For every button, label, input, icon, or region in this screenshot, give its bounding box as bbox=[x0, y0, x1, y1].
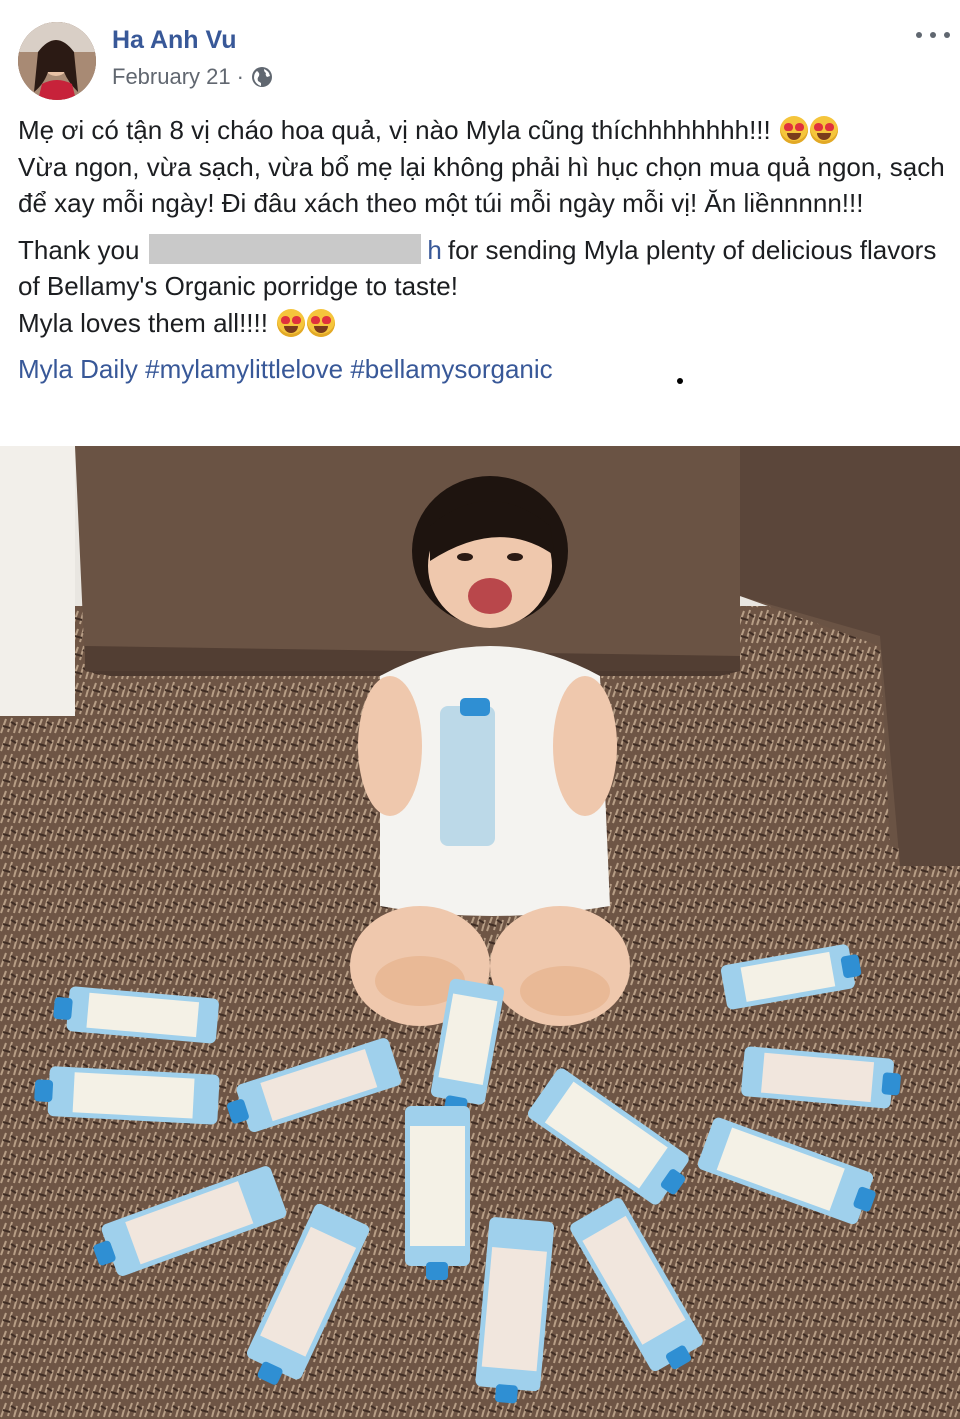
hashtags: Myla Daily #mylamylittlelove #bellamysor… bbox=[18, 351, 948, 388]
post-photo[interactable] bbox=[0, 446, 960, 1419]
stray-dot bbox=[677, 378, 683, 384]
tag-link[interactable]: #bellamysorganic bbox=[350, 354, 552, 384]
post-text: Mẹ ơi có tận 8 vị cháo hoa quả, vị nào M… bbox=[18, 112, 948, 388]
text-line: Myla loves them all!!!! bbox=[18, 307, 268, 338]
globe-icon[interactable] bbox=[250, 65, 274, 89]
more-options-icon[interactable] bbox=[916, 22, 950, 48]
heart-eyes-emoji-icon bbox=[809, 116, 838, 144]
mention-tail[interactable]: h bbox=[427, 235, 441, 265]
heart-eyes-emoji-icon bbox=[277, 308, 306, 337]
heart-eyes-emoji-icon bbox=[779, 116, 808, 144]
avatar[interactable] bbox=[18, 22, 96, 100]
text-line: Thank you bbox=[18, 234, 140, 265]
post-meta: February 21 · bbox=[112, 64, 274, 90]
avatar-image bbox=[18, 22, 96, 100]
text-line: Mẹ ơi có tận 8 vị cháo hoa quả, vị nào M… bbox=[18, 115, 771, 145]
heart-eyes-emoji-icon bbox=[307, 308, 336, 337]
tag-link[interactable]: Myla Daily bbox=[18, 354, 138, 384]
meta-separator: · bbox=[236, 64, 244, 89]
paragraph-vietnamese: Mẹ ơi có tận 8 vị cháo hoa quả, vị nào M… bbox=[18, 112, 948, 222]
redacted-mention bbox=[149, 233, 422, 264]
post-date[interactable]: February 21 bbox=[112, 64, 231, 90]
author-name[interactable]: Ha Anh Vu bbox=[112, 26, 237, 55]
post-header: Ha Anh Vu February 21 · bbox=[0, 0, 960, 110]
tag-link[interactable]: #mylamylittlelove bbox=[145, 354, 343, 384]
paragraph-english: Thank you h for sending Myla plenty of del… bbox=[18, 232, 948, 342]
text-line: Vừa ngon, vừa sạch, vừa bổ mẹ lại không … bbox=[18, 151, 945, 219]
